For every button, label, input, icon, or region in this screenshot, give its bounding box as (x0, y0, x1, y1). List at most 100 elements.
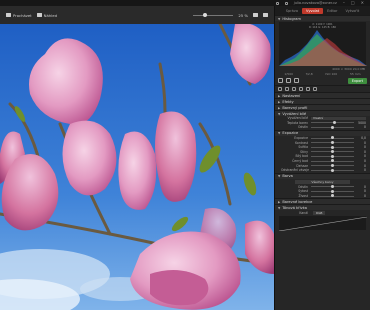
magnolia-photo (0, 24, 274, 310)
close-button[interactable]: ✕ (361, 1, 364, 5)
wb-preset-label: Vyvážení bílé (287, 116, 308, 121)
curve-channel-row: Kanál RGB (275, 210, 370, 215)
collapse-arrow-icon: ▼ (278, 16, 281, 21)
color-label: Sytost (298, 189, 308, 194)
tint-slider[interactable] (311, 125, 354, 129)
slider-handle[interactable] (331, 168, 334, 172)
tone-curve-graph[interactable] (278, 215, 368, 232)
tab-develop[interactable]: Vyvolat (302, 7, 324, 14)
settings-icon[interactable] (284, 1, 288, 5)
slider-handle[interactable] (331, 141, 334, 145)
paste-settings-icon[interactable] (313, 87, 317, 91)
tint-value[interactable]: 0 (354, 125, 366, 129)
exposure-slider[interactable] (311, 159, 354, 163)
exposure-label: Dehaze (296, 163, 308, 168)
view-label: Náhled (43, 12, 58, 18)
color-value[interactable]: 0 (354, 189, 366, 193)
color-header[interactable]: ▼ Barva (275, 172, 370, 179)
exposure-label: Odstranění závoje (281, 168, 310, 173)
zoom-slider[interactable] (193, 13, 234, 17)
exposure-value[interactable]: 0 (354, 159, 366, 163)
tab-manage[interactable]: Správa (282, 8, 302, 14)
exposure-value[interactable]: 0 (354, 150, 366, 154)
minimize-button[interactable]: – (343, 1, 345, 5)
tone-curve-line (278, 216, 368, 232)
expand-arrow-icon: ▶ (278, 199, 281, 204)
exposure-value[interactable]: 0 (354, 154, 366, 158)
exposure-slider[interactable] (311, 168, 354, 172)
exif-aperture: f/2,8 (305, 72, 313, 76)
exposure-value[interactable]: 0 (354, 164, 366, 168)
undo-icon[interactable] (278, 87, 282, 91)
curve-channel-select[interactable]: RGB (313, 210, 326, 215)
exposure-title: Expozice (282, 131, 299, 136)
temperature-slider[interactable] (311, 121, 354, 125)
curve-channel-label: Kanál (299, 210, 308, 215)
fit-icon (253, 13, 258, 17)
slider-handle[interactable] (331, 154, 334, 158)
exposure-value[interactable]: 0 (354, 145, 366, 149)
tab-create[interactable]: Vytvořit (341, 8, 363, 14)
exposure-slider[interactable] (311, 150, 354, 154)
exposure-slider[interactable] (311, 136, 354, 140)
fit-button[interactable] (253, 13, 258, 17)
color-slider[interactable] (311, 189, 354, 193)
compare-view-icon[interactable] (292, 87, 296, 91)
tab-editor[interactable]: Editor (323, 8, 341, 14)
zoom-level: 25 % (238, 12, 248, 18)
crop-tool-icon[interactable] (278, 78, 283, 83)
slider-handle[interactable] (331, 136, 334, 140)
color-value[interactable]: 0 (354, 194, 366, 198)
exposure-slider[interactable] (311, 141, 354, 145)
user-email[interactable]: julia.novakova@zoner.cz (294, 1, 337, 5)
exposure-slider[interactable] (311, 154, 354, 158)
color-label: Odstín (297, 184, 308, 189)
gradient-tool-icon[interactable] (294, 78, 299, 83)
color-value[interactable]: 0 (354, 185, 366, 189)
notification-icon[interactable] (275, 1, 279, 5)
exposure-value[interactable]: 0 (354, 168, 366, 172)
slider-handle[interactable] (331, 164, 334, 168)
browse-button[interactable]: Procházet (6, 13, 32, 18)
exif-focal: 55 mm (349, 72, 361, 76)
temperature-value[interactable]: 5000 (354, 121, 366, 125)
exposure-slider[interactable] (311, 164, 354, 168)
redo-icon[interactable] (285, 87, 289, 91)
zoom-slider-handle[interactable] (203, 13, 208, 17)
exposure-label: Expozice (294, 136, 308, 141)
exposure-label: Stíny (300, 149, 308, 154)
color-slider[interactable] (311, 185, 354, 189)
slider-handle[interactable] (331, 194, 334, 198)
exposure-slider[interactable] (311, 145, 354, 149)
exposure-controls: Expozice 0,0 Kontrast 0 Světla 0 Stíny 0 Bíl… (275, 136, 370, 173)
collapse-arrow-icon: ▼ (278, 205, 281, 210)
reset-icon[interactable] (299, 87, 303, 91)
compare-button[interactable] (263, 13, 268, 17)
wb-preset-select[interactable]: Vlastní (311, 116, 366, 120)
slider-handle[interactable] (331, 189, 334, 193)
color-range-select[interactable]: Všechny barvy (295, 179, 350, 184)
histogram-header[interactable]: ▼ Histogram (275, 15, 370, 21)
maximize-button[interactable]: □ (351, 1, 355, 5)
slider-handle[interactable] (331, 185, 334, 189)
slider-handle[interactable] (333, 121, 337, 125)
color-slider[interactable] (311, 194, 354, 198)
exposure-value[interactable]: 0,0 (354, 136, 366, 140)
slider-handle[interactable] (331, 159, 334, 163)
exposure-label: Kontrast (295, 140, 308, 145)
expand-arrow-icon: ▶ (278, 99, 281, 104)
photo-viewer[interactable] (0, 24, 274, 310)
view-button[interactable]: Náhled (36, 12, 58, 18)
brush-tool-icon[interactable] (286, 78, 291, 83)
export-button[interactable]: Export (347, 77, 367, 84)
tool-icons (275, 85, 370, 92)
compare-icon (263, 13, 268, 17)
expand-arrow-icon: ▶ (278, 105, 281, 110)
copy-settings-icon[interactable] (306, 87, 310, 91)
slider-handle[interactable] (331, 150, 334, 154)
exposure-value[interactable]: 0 (354, 141, 366, 145)
slider-handle[interactable] (331, 125, 334, 129)
slider-handle[interactable] (331, 145, 334, 149)
color-title: Barva (282, 174, 293, 179)
color-correction-title: Barevné korekce (282, 199, 313, 204)
